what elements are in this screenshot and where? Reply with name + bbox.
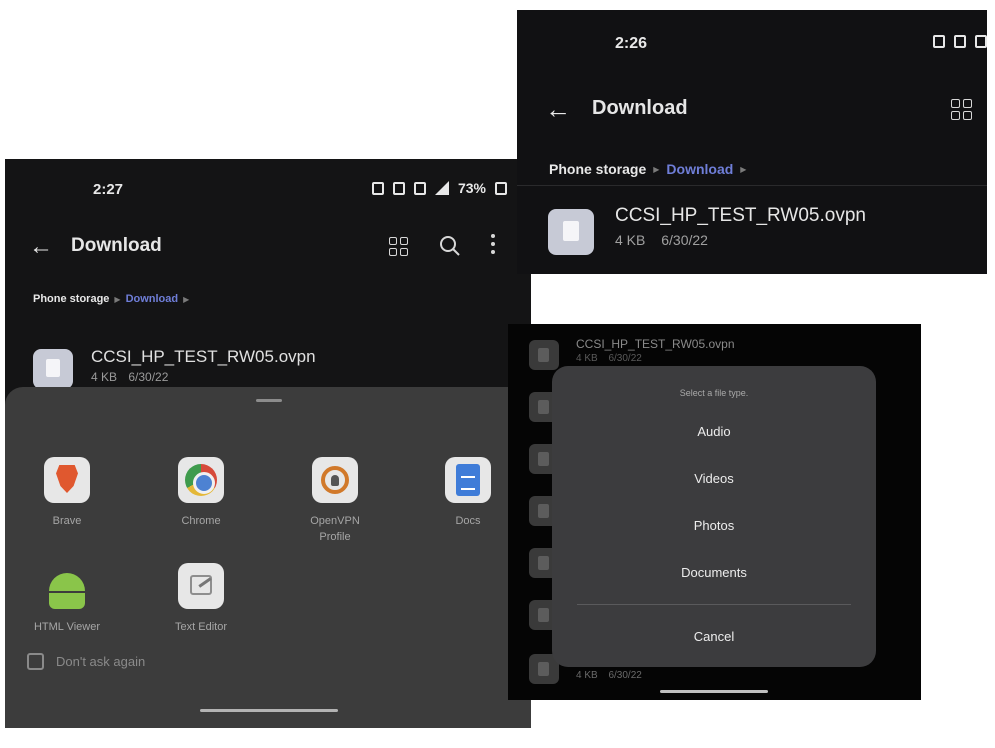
text-editor-icon <box>178 563 224 609</box>
app-option-openvpn[interactable]: OpenVPN Profile <box>275 457 395 545</box>
volte-icon <box>975 35 987 48</box>
page-title: Download <box>71 235 162 256</box>
drag-handle[interactable] <box>256 399 282 402</box>
breadcrumb: Phone storage ▶ Download ▶ <box>549 161 746 177</box>
file-icon <box>33 349 73 389</box>
bottom-right-screenshot: CCSI_HP_TEST_RW05.ovpn 4 KB 6/30/22 4 KB… <box>508 324 921 700</box>
file-meta: 4 KB 6/30/22 <box>91 370 176 384</box>
status-bar-icons: 73% <box>371 180 507 196</box>
file-size: 4 KB <box>91 370 118 384</box>
app-bar: ← Download <box>5 227 531 267</box>
vibrate-icon <box>933 35 945 48</box>
file-size: 4 KB <box>576 670 598 681</box>
left-screenshot: 2:27 73% ← Download Phone storage ▶ Down… <box>5 159 531 728</box>
chevron-right-icon: ▶ <box>114 294 121 304</box>
volte-icon <box>413 181 426 195</box>
file-name: CCSI_HP_TEST_RW05.ovpn <box>576 337 735 351</box>
search-icon[interactable] <box>438 234 462 263</box>
file-icon <box>548 209 594 255</box>
file-name: CCSI_HP_TEST_RW05.ovpn <box>615 205 866 226</box>
page-title: Download <box>592 97 688 119</box>
dialog-title: Select a file type. <box>679 388 749 398</box>
chevron-right-icon: ▶ <box>183 294 190 304</box>
openvpn-icon <box>312 457 358 503</box>
chrome-icon <box>178 457 224 503</box>
battery-percent: 73% <box>457 180 486 196</box>
more-options-icon[interactable] <box>491 234 495 254</box>
file-size: 4 KB <box>576 353 598 364</box>
back-arrow-icon[interactable]: ← <box>545 94 571 125</box>
file-meta: 4 KB 6/30/22 <box>576 353 650 364</box>
app-option-chrome[interactable]: Chrome <box>141 457 261 529</box>
status-bar-icons <box>933 35 987 48</box>
bluetooth-icon <box>954 35 966 48</box>
breadcrumb-download[interactable]: Download <box>666 161 733 177</box>
divider <box>517 185 987 186</box>
app-label: Text Editor <box>175 621 227 633</box>
file-size: 4 KB <box>615 232 646 248</box>
file-date: 6/30/22 <box>661 232 708 248</box>
dont-ask-again-checkbox[interactable]: Don't ask again <box>27 653 145 670</box>
back-arrow-icon[interactable]: ← <box>29 233 53 261</box>
breadcrumb-phone-storage[interactable]: Phone storage <box>33 293 109 305</box>
open-with-sheet: Brave Chrome OpenVPN Profile Docs HTML V… <box>5 387 531 728</box>
app-label: HTML Viewer <box>33 621 101 633</box>
app-label: OpenVPN Profile <box>310 515 360 543</box>
cancel-button[interactable]: Cancel <box>552 629 876 644</box>
gesture-bar <box>660 690 768 693</box>
option-photos[interactable]: Photos <box>552 518 876 533</box>
docs-icon <box>445 457 491 503</box>
file-name: CCSI_HP_TEST_RW05.ovpn <box>91 347 316 366</box>
app-option-text-editor[interactable]: Text Editor <box>141 563 261 635</box>
file-list-item[interactable]: CCSI_HP_TEST_RW05.ovpn 4 KB 6/30/22 <box>548 205 968 257</box>
status-time: 2:27 <box>93 181 124 198</box>
grid-view-icon[interactable] <box>951 99 972 120</box>
grid-view-icon[interactable] <box>389 237 408 256</box>
file-meta: 4 KB 6/30/22 <box>576 670 650 681</box>
chevron-right-icon: ▶ <box>653 164 660 174</box>
app-option-html-viewer[interactable]: HTML Viewer <box>7 563 127 635</box>
battery-icon <box>495 181 507 195</box>
dont-ask-label: Don't ask again <box>56 654 146 669</box>
chevron-right-icon: ▶ <box>740 164 747 174</box>
checkbox-icon[interactable] <box>27 653 44 670</box>
breadcrumb-download[interactable]: Download <box>126 293 179 305</box>
app-label: Brave <box>52 515 82 527</box>
file-date: 6/30/22 <box>608 670 642 681</box>
breadcrumb: Phone storage ▶ Download ▶ <box>33 293 189 305</box>
file-meta: 4 KB 6/30/22 <box>615 232 720 248</box>
option-videos[interactable]: Videos <box>552 471 876 486</box>
file-icon <box>529 340 559 370</box>
gesture-bar <box>200 709 338 712</box>
vibrate-icon <box>371 181 384 195</box>
breadcrumb-phone-storage[interactable]: Phone storage <box>549 161 646 177</box>
brave-icon <box>44 457 90 503</box>
top-right-screenshot: 2:26 ← Download Phone storage ▶ Download… <box>517 10 987 274</box>
bluetooth-icon <box>392 181 405 195</box>
app-option-brave[interactable]: Brave <box>7 457 127 529</box>
option-documents[interactable]: Documents <box>552 565 876 580</box>
signal-icon <box>434 181 449 195</box>
file-date: 6/30/22 <box>128 370 169 384</box>
option-audio[interactable]: Audio <box>552 424 876 439</box>
file-date: 6/30/22 <box>608 353 642 364</box>
divider <box>577 604 851 605</box>
file-type-dialog: Select a file type. Audio Videos Photos … <box>552 366 876 667</box>
app-label: Chrome <box>181 515 221 527</box>
android-icon <box>44 563 90 609</box>
status-time: 2:26 <box>615 35 648 52</box>
